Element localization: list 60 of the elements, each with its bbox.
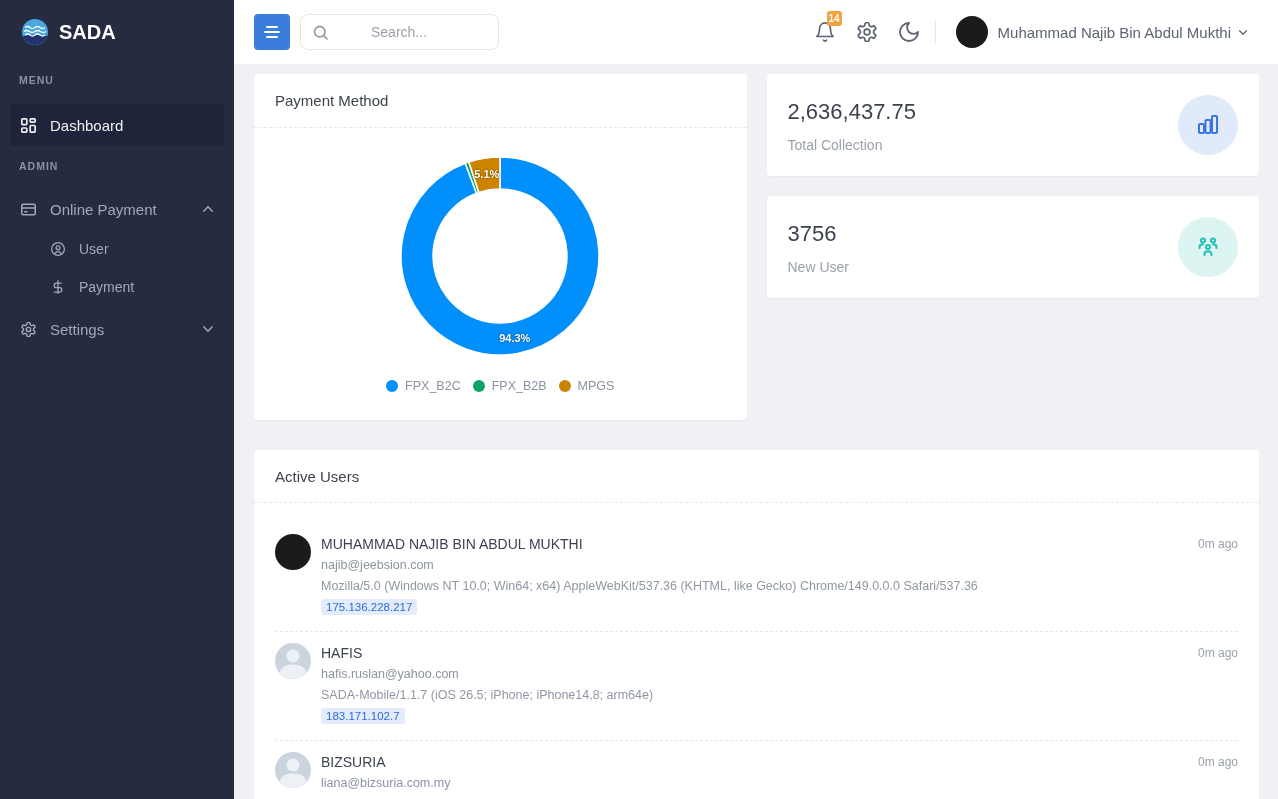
settings-icon	[21, 321, 36, 337]
stat-label: Total Collection	[787, 136, 884, 155]
sidebar-item[interactable]: Settings	[10, 308, 224, 350]
activity-time: 0m ago	[1197, 536, 1238, 553]
person-icon	[275, 752, 311, 788]
slice-percentage-label: 5.1%	[474, 168, 500, 181]
bell-icon	[814, 22, 835, 42]
theme-toggle-button[interactable]	[898, 22, 919, 42]
sidebar-item[interactable]: Online Payment	[10, 188, 224, 230]
activity-time: 0m ago	[1197, 754, 1238, 771]
dollar-icon	[51, 280, 65, 294]
sidebar-subitem[interactable]: Payment	[10, 268, 224, 306]
stat-value: 3756	[787, 220, 838, 248]
legend-label: FPX_B2C	[405, 379, 461, 393]
legend-marker-icon	[558, 380, 571, 392]
user-menu-button[interactable]: Muhammad Najib Bin Abdul Mukthi	[955, 16, 1247, 48]
legend-label: MPGS	[577, 379, 615, 393]
bar-chart-icon	[1178, 95, 1238, 155]
user-email: najib@jeebsion.com	[321, 557, 434, 574]
user-name: MUHAMMAD NAJIB BIN ABDUL MUKTHI	[321, 535, 583, 554]
legend-label: FPX_B2B	[491, 379, 547, 393]
sidebar-item[interactable]: Dashboard	[10, 104, 224, 146]
card-title: Active Users	[275, 467, 360, 485]
activity-time: 0m ago	[1197, 645, 1238, 662]
legend-marker-icon	[472, 380, 485, 392]
brand-name: SADA	[59, 20, 116, 44]
card-title: Payment Method	[275, 92, 389, 109]
search-icon	[313, 24, 328, 40]
user-agent-text: SADA-Mobile/1.1.7 (iOS 26.5; iPhone; iPhone14,8; arm64e)	[321, 687, 654, 704]
moon-icon	[898, 22, 919, 42]
stat-value: 2,636,437.75	[787, 98, 916, 126]
settings-icon	[856, 22, 877, 42]
notifications-button[interactable]	[814, 22, 835, 42]
legend-marker-icon	[386, 380, 399, 392]
user-name: HAFIS	[321, 644, 363, 663]
ip-address-badge: 183.171.102.7	[321, 708, 405, 724]
user-email: liana@bizsuria.com.my	[321, 775, 451, 792]
ip-address-badge: 175.136.228.217	[321, 599, 418, 615]
notification-count-badge: 14	[826, 11, 842, 26]
search-field[interactable]: Search...	[300, 14, 499, 50]
avatar-placeholder	[275, 534, 311, 570]
avatar-placeholder	[955, 16, 988, 48]
user-circle-icon	[51, 242, 65, 256]
users-icon	[1178, 217, 1238, 277]
stat-label: New User	[787, 258, 849, 277]
waves-logo-icon	[22, 19, 48, 45]
sidebar-section-label: ADMIN	[18, 159, 60, 174]
sidebar-subitem[interactable]: User	[10, 230, 224, 268]
person-icon	[275, 643, 311, 679]
menu-icon	[264, 26, 280, 38]
user-email: hafis.ruslan@yahoo.com	[321, 666, 459, 683]
sidebar-section-label: MENU	[18, 73, 55, 88]
user-agent-text: Mozilla/5.0 (Windows NT 10.0; Win64; x64) AppleWebKit/537.36 (KHTML, like Gecko) Chrome/149.0.0.0 Safari/537.36	[321, 578, 978, 595]
credit-card-icon	[21, 201, 36, 217]
settings-button[interactable]	[856, 22, 877, 42]
dashboard-icon	[21, 117, 36, 133]
user-name: BIZSURIA	[321, 753, 386, 772]
menu-button[interactable]	[254, 14, 290, 50]
chevron-down-icon	[1239, 29, 1247, 35]
slice-percentage-label: 94.3%	[499, 331, 531, 344]
